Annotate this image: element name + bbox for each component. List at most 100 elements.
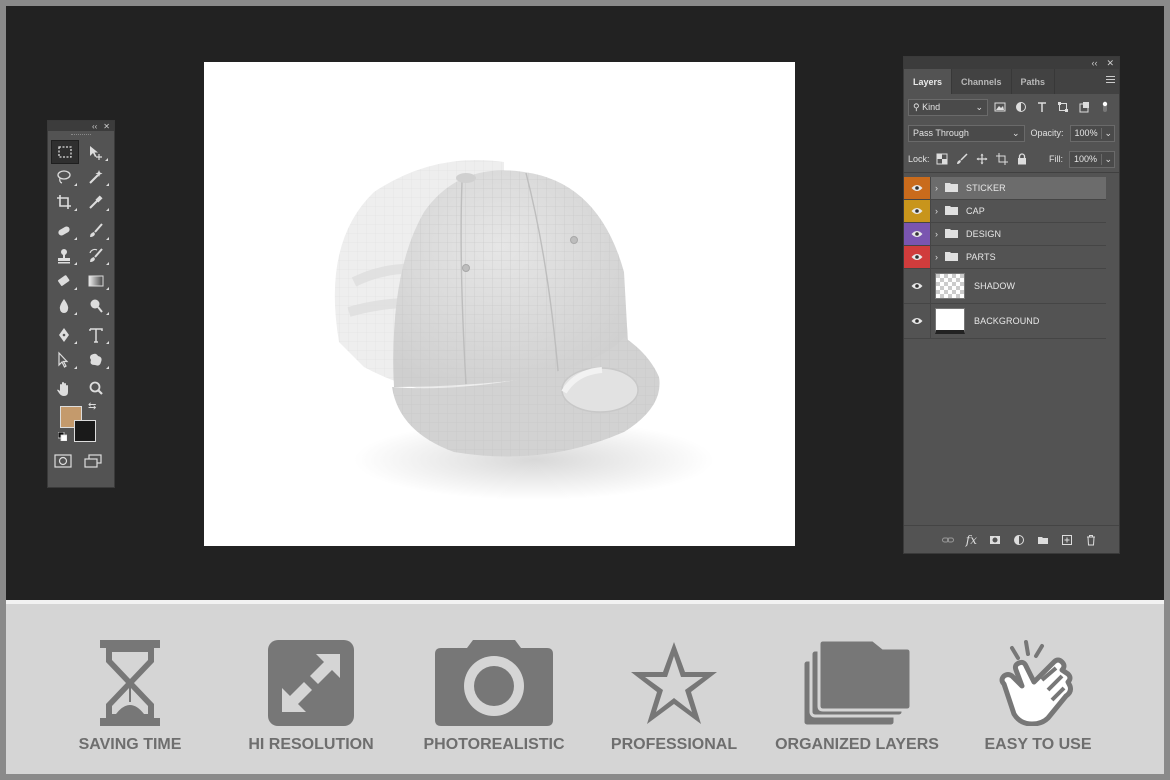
filter-adjustment-icon[interactable] bbox=[1015, 101, 1027, 113]
eraser-tool[interactable] bbox=[48, 269, 80, 293]
marquee-tool[interactable] bbox=[51, 139, 79, 164]
collapse-icon[interactable]: ‹‹ bbox=[92, 122, 97, 131]
blend-mode-select[interactable]: Pass Through ⌄ bbox=[908, 124, 1025, 142]
fill-label: Fill: bbox=[1049, 154, 1063, 164]
filter-pixel-icon[interactable] bbox=[994, 101, 1006, 113]
lock-transparent-icon[interactable] bbox=[936, 153, 948, 165]
gradient-tool[interactable] bbox=[80, 269, 112, 293]
lock-all-icon[interactable] bbox=[1016, 153, 1028, 165]
feature-hi-resolution: HI RESOLUTION bbox=[248, 640, 374, 754]
filter-kind-select[interactable]: ⚲ Kind ⌄ bbox=[908, 98, 988, 116]
tools-panel-header: ‹‹ ✕ bbox=[48, 121, 114, 131]
fill-input[interactable]: 100% ⌄ bbox=[1069, 150, 1115, 168]
tab-channels[interactable]: Channels bbox=[952, 69, 1012, 94]
layers-panel: ‹‹ ✕ Layers Channels Paths ⚲ Kind ⌄ Pass… bbox=[903, 56, 1120, 554]
visibility-eye-icon[interactable] bbox=[904, 304, 931, 338]
filter-shape-icon[interactable] bbox=[1057, 101, 1069, 113]
brush-tool[interactable] bbox=[80, 219, 112, 243]
shape-tool[interactable] bbox=[80, 348, 112, 372]
feature-label: SAVING TIME bbox=[78, 736, 182, 753]
healing-tool[interactable] bbox=[48, 219, 80, 243]
panel-tabs: Layers Channels Paths bbox=[904, 69, 1119, 94]
opacity-label: Opacity: bbox=[1030, 128, 1064, 138]
visibility-eye-icon[interactable] bbox=[904, 200, 931, 222]
mask-icon[interactable] bbox=[989, 534, 1001, 546]
layer-row[interactable]: › CAP bbox=[904, 200, 1106, 223]
tab-layers[interactable]: Layers bbox=[904, 69, 953, 94]
visibility-eye-icon[interactable] bbox=[904, 246, 931, 268]
filter-smart-object-icon[interactable] bbox=[1078, 101, 1090, 113]
default-colors-icon[interactable] bbox=[58, 432, 67, 441]
swap-colors-icon[interactable]: ⇆ bbox=[88, 401, 96, 412]
visibility-eye-icon[interactable] bbox=[904, 269, 931, 303]
layer-thumbnail bbox=[935, 273, 965, 299]
filter-type-icon[interactable] bbox=[1036, 101, 1048, 113]
star-icon bbox=[631, 642, 717, 724]
folder-icon bbox=[945, 179, 966, 197]
crop-tool[interactable] bbox=[48, 190, 80, 214]
layer-row[interactable]: › DESIGN bbox=[904, 223, 1106, 246]
screen-mode-icon[interactable] bbox=[84, 454, 102, 468]
blend-row: Pass Through ⌄ Opacity: 100% ⌄ bbox=[904, 120, 1119, 146]
chevron-down-icon[interactable]: ⌄ bbox=[1101, 153, 1114, 165]
layer-row[interactable]: › PARTS bbox=[904, 246, 1106, 269]
feature-professional: PROFESSIONAL bbox=[611, 640, 737, 754]
hand-tool[interactable] bbox=[48, 377, 80, 401]
filter-kind-label: Kind bbox=[922, 101, 941, 112]
layer-thumbnail bbox=[935, 308, 965, 334]
trash-icon[interactable] bbox=[1085, 534, 1097, 546]
layer-name: PARTS bbox=[966, 252, 996, 262]
tab-paths[interactable]: Paths bbox=[1012, 69, 1056, 94]
history-brush-tool[interactable] bbox=[80, 244, 112, 268]
quick-mask-icon[interactable] bbox=[54, 454, 72, 468]
filter-toggle-icon[interactable] bbox=[1099, 101, 1111, 113]
blur-tool[interactable] bbox=[48, 294, 80, 318]
close-icon[interactable]: ✕ bbox=[1106, 58, 1114, 69]
expand-arrow-icon[interactable]: › bbox=[935, 206, 945, 216]
collapse-icon[interactable]: ‹‹ bbox=[1091, 58, 1097, 68]
chevron-down-icon[interactable]: ⌄ bbox=[1101, 127, 1114, 139]
visibility-eye-icon[interactable] bbox=[904, 177, 931, 199]
background-color-swatch[interactable] bbox=[74, 420, 96, 442]
expand-arrow-icon[interactable]: › bbox=[935, 252, 945, 262]
lasso-tool[interactable] bbox=[48, 165, 80, 189]
layer-list: › STICKER › CAP › DESIGN › PARTS SHADOW BACKGROUN… bbox=[904, 177, 1119, 339]
move-tool[interactable] bbox=[79, 140, 111, 164]
filter-row: ⚲ Kind ⌄ bbox=[904, 94, 1119, 120]
layer-row[interactable]: SHADOW bbox=[904, 269, 1106, 304]
layer-name: BACKGROUND bbox=[974, 316, 1040, 326]
group-folder-icon[interactable] bbox=[1037, 534, 1049, 546]
layer-name: DESIGN bbox=[966, 229, 1002, 239]
layer-name: SHADOW bbox=[974, 281, 1016, 291]
lock-position-icon[interactable] bbox=[976, 153, 988, 165]
adjustment-icon[interactable] bbox=[1013, 534, 1025, 546]
layer-row[interactable]: BACKGROUND bbox=[904, 304, 1106, 339]
pen-tool[interactable] bbox=[48, 323, 80, 347]
expand-arrow-icon[interactable]: › bbox=[935, 229, 945, 239]
opacity-input[interactable]: 100% ⌄ bbox=[1069, 124, 1115, 142]
lock-artboard-icon[interactable] bbox=[995, 153, 1008, 165]
new-layer-icon[interactable] bbox=[1061, 534, 1073, 546]
layer-row[interactable]: › STICKER bbox=[904, 177, 1106, 200]
feature-saving-time: SAVING TIME bbox=[78, 640, 182, 754]
dodge-tool[interactable] bbox=[80, 294, 112, 318]
stamp-tool[interactable] bbox=[48, 244, 80, 268]
features-bar: SAVING TIME HI RESOLUTION PHOTOREALISTIC bbox=[6, 600, 1164, 774]
fx-icon[interactable]: fx bbox=[966, 533, 977, 547]
close-icon[interactable]: ✕ bbox=[103, 122, 110, 131]
document-canvas[interactable] bbox=[204, 62, 795, 546]
hourglass-icon bbox=[100, 640, 160, 726]
panel-grip[interactable] bbox=[48, 131, 114, 139]
zoom-tool[interactable] bbox=[80, 377, 112, 401]
feature-organized-layers: ORGANIZED LAYERS bbox=[774, 640, 940, 754]
panel-menu-icon[interactable] bbox=[1106, 76, 1115, 85]
eyedropper-tool[interactable] bbox=[80, 190, 112, 214]
tap-hand-icon bbox=[999, 640, 1073, 726]
type-tool[interactable] bbox=[80, 323, 112, 347]
lock-pixels-icon[interactable] bbox=[956, 153, 968, 165]
visibility-eye-icon[interactable] bbox=[904, 223, 931, 245]
magic-wand-tool[interactable] bbox=[80, 165, 112, 189]
link-icon[interactable] bbox=[941, 534, 954, 546]
expand-arrow-icon[interactable]: › bbox=[935, 183, 945, 193]
path-select-tool[interactable] bbox=[48, 348, 80, 372]
